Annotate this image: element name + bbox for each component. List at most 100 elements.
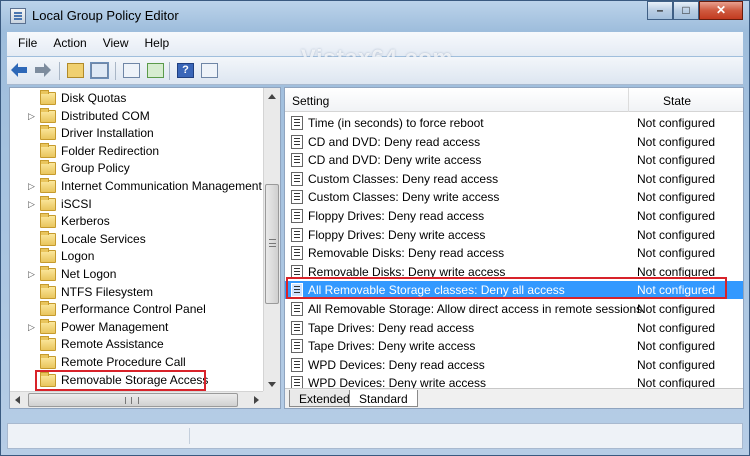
tree-item-label: Driver Installation [61,126,154,141]
toolbar-separator [169,62,170,80]
expand-arrow-icon[interactable]: ▷ [28,181,36,191]
tree-item[interactable]: ▷ Net Logon [10,266,266,283]
policy-row[interactable]: Tape Drives: Deny read access Not configu… [285,319,743,337]
tree-item-label: Remote Assistance [61,337,164,352]
tree-item[interactable]: NTFS Filesystem [10,283,266,301]
title-bar[interactable]: Local Group Policy Editor – □ ✕ [1,1,749,31]
minimize-button[interactable]: – [647,1,673,20]
tree-item[interactable]: Group Policy [10,160,266,177]
policy-row[interactable]: Removable Disks: Deny read access Not con… [285,244,743,262]
policy-setting-icon [291,357,303,372]
policy-row[interactable]: CD and DVD: Deny read access Not configur… [285,133,743,151]
policy-setting-icon [291,153,303,168]
back-button[interactable] [11,63,29,79]
scroll-left-icon[interactable] [15,396,20,404]
expand-arrow-icon[interactable]: ▷ [28,111,36,121]
policy-row[interactable]: Floppy Drives: Deny read access Not confi… [285,207,743,225]
toolbar: ? [7,57,743,85]
folder-icon [40,195,56,211]
tree-item[interactable]: ▷ Distributed COM [10,107,266,125]
policy-name: Tape Drives: Deny write access [308,339,476,354]
properties-icon[interactable] [123,63,140,78]
policy-setting-icon [291,320,303,335]
menu-action[interactable]: Action [42,32,91,50]
tree-item[interactable]: Driver Installation [10,125,266,142]
horizontal-scroll-thumb[interactable] [28,393,238,407]
column-state-header[interactable]: State [663,94,691,108]
tree-item[interactable]: ▷ Power Management [10,318,266,336]
tree-item[interactable]: Remote Procedure Call [10,354,266,371]
policy-name: WPD Devices: Deny read access [308,357,485,372]
tree-item-label: Power Management [61,319,169,334]
policy-name: CD and DVD: Deny write access [308,153,482,168]
folder-icon [40,178,56,193]
tree-item[interactable]: Performance Control Panel [10,301,266,318]
tree-item[interactable]: Kerberos [10,213,266,230]
export-list-icon[interactable] [147,63,164,78]
tree-item[interactable]: Folder Redirection [10,142,266,160]
view-tabs: Extended Standard [285,388,743,408]
grip-icon [125,397,139,404]
forward-button[interactable] [35,63,53,79]
up-folder-icon[interactable] [67,63,84,78]
menu-help[interactable]: Help [134,32,175,50]
menu-file[interactable]: File [7,32,42,50]
tree-item[interactable]: Logon [10,248,266,265]
column-setting-header[interactable]: Setting [292,94,329,108]
menu-view[interactable]: View [92,32,134,50]
policy-name: All Removable Storage: Allow direct acce… [308,302,643,316]
policy-name: Floppy Drives: Deny read access [308,209,485,223]
scrollbar-corner [263,391,280,408]
show-hide-tree-icon[interactable] [90,62,109,79]
expand-arrow-icon[interactable]: ▷ [28,322,36,332]
tree-item-label: Group Policy [61,161,130,176]
forward-arrow-icon [35,63,51,77]
expand-arrow-icon[interactable]: ▷ [28,199,36,209]
policy-row[interactable]: Floppy Drives: Deny write access Not conf… [285,226,743,244]
policy-setting-icon [291,134,303,149]
scroll-up-icon[interactable] [268,94,276,99]
tree-item-label: Kerberos [61,214,110,229]
highlight-annotation-box [286,277,727,299]
policy-row[interactable]: Custom Classes: Deny write access Not con… [285,188,743,206]
folder-icon [40,301,56,317]
expand-arrow-icon[interactable]: ▷ [28,269,36,279]
policy-setting-icon [291,246,303,261]
close-button[interactable]: ✕ [699,1,743,20]
tree-item[interactable]: Remote Assistance [10,336,266,353]
policy-name: Floppy Drives: Deny write access [308,227,486,242]
window-controls: – □ ✕ [647,1,743,21]
vertical-scroll-thumb[interactable] [265,184,279,304]
tree-horizontal-scrollbar[interactable] [10,391,264,408]
tree-vertical-scrollbar[interactable] [263,88,280,393]
folder-icon [40,142,56,158]
status-cell [8,428,190,444]
view-icon[interactable] [201,63,218,78]
column-divider[interactable] [628,88,629,112]
policy-row[interactable]: CD and DVD: Deny write access Not configu… [285,151,743,169]
policy-row[interactable]: Custom Classes: Deny read access Not conf… [285,170,743,188]
policy-setting-icon [291,190,303,205]
help-icon[interactable]: ? [177,63,194,78]
tree-item[interactable]: ▷ iSCSI [10,195,266,213]
policy-state: Not configured [637,190,716,205]
policy-row[interactable]: WPD Devices: Deny read access Not configu… [285,356,743,374]
tree-item[interactable]: Locale Services [10,230,266,248]
tree-pane[interactable]: Disk Quotas ▷ Distributed COM Driver Instal… [9,87,281,409]
tree-item[interactable]: Disk Quotas [10,90,266,107]
scroll-down-icon[interactable] [268,382,276,387]
tree-item-label: Logon [61,249,95,264]
folder-icon [40,213,56,229]
tree-item[interactable]: ▷ Internet Communication Management [10,178,266,195]
policy-name: Tape Drives: Deny read access [308,320,475,335]
policy-row[interactable]: Time (in seconds) to force reboot Not con… [285,114,743,132]
policy-state: Not configured [637,246,716,261]
tab-standard[interactable]: Standard [349,390,418,407]
tree-item-label: Performance Control Panel [61,302,206,317]
maximize-button[interactable]: □ [673,1,699,20]
policy-row[interactable]: All Removable Storage: Allow direct acce… [285,300,743,318]
tree-item-label: Remote Procedure Call [61,355,186,369]
scroll-right-icon[interactable] [254,396,259,404]
tree-item-label: NTFS Filesystem [61,284,154,299]
policy-row[interactable]: Tape Drives: Deny write access Not config… [285,337,743,355]
